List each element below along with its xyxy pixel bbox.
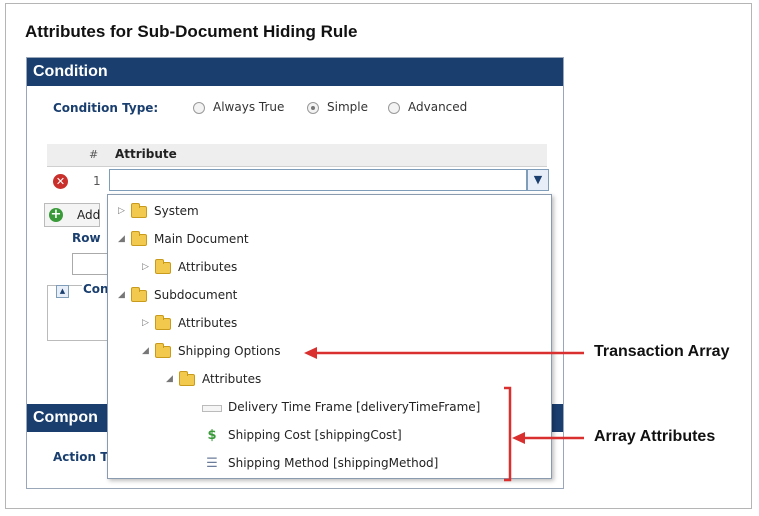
array-attributes-bracket (504, 386, 512, 482)
array-attributes-callout: Array Attributes (594, 428, 716, 445)
transaction-array-callout: Transaction Array (594, 343, 730, 360)
array-attributes-arrow (512, 432, 584, 444)
transaction-array-arrow (304, 347, 584, 359)
